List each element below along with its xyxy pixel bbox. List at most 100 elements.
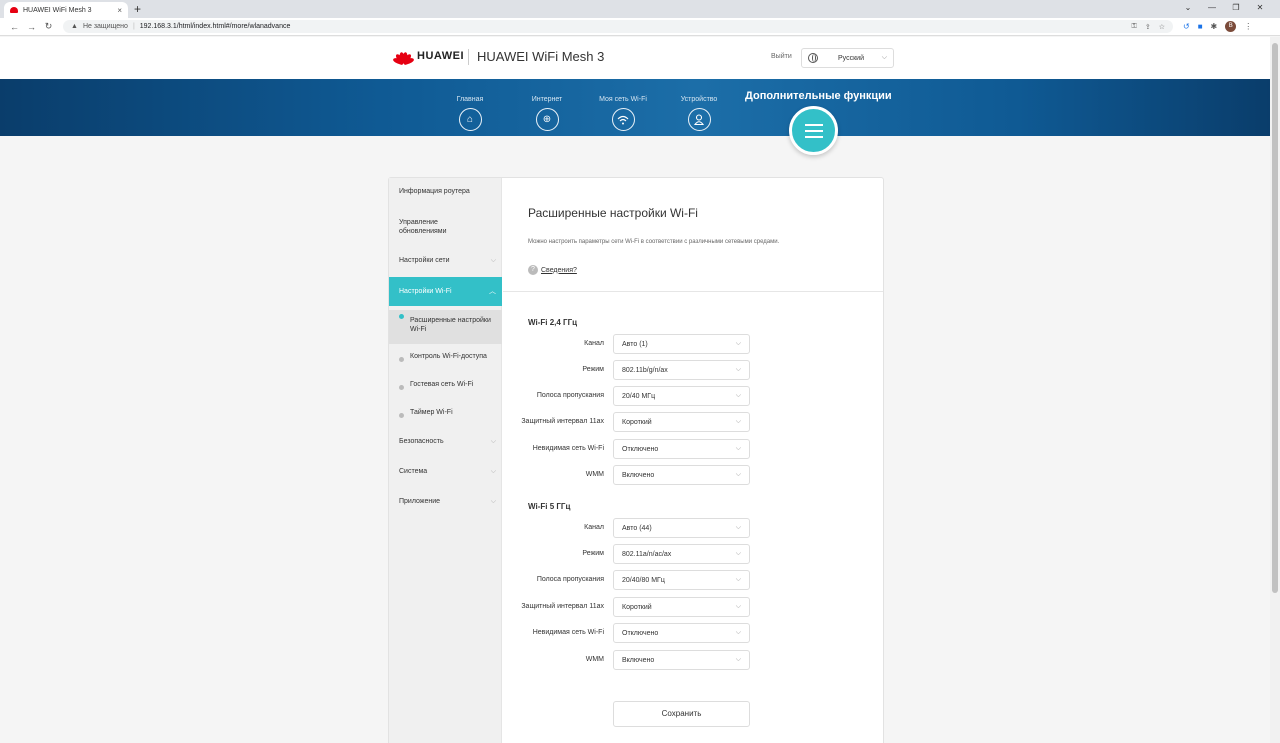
field-label: Режим xyxy=(582,366,604,373)
extension-icon[interactable]: ↺ xyxy=(1183,22,1190,31)
sidebar-item-wifi[interactable]: Настройки Wi-Fi ︿ xyxy=(389,277,502,306)
window-controls: ⌄ — ❐ ✕ xyxy=(1176,0,1272,18)
reload-icon[interactable]: ↻ xyxy=(40,21,57,32)
page-scrollbar[interactable] xyxy=(1270,37,1280,743)
settings-card: Информация роутера Управление обновления… xyxy=(388,177,884,743)
kebab-menu-icon[interactable]: ⋮ xyxy=(1244,22,1252,31)
scrollbar-thumb[interactable] xyxy=(1272,43,1278,593)
save-button[interactable]: Сохранить xyxy=(613,701,750,727)
section-title-5ghz: Wi-Fi 5 ГГц xyxy=(528,502,571,511)
mode-24-select[interactable]: 802.11b/g/n/ax ⌵ xyxy=(613,360,750,380)
sidebar-item-label: Настройки сети xyxy=(399,257,450,264)
tab-search-icon[interactable]: ⌄ xyxy=(1176,0,1200,18)
info-link[interactable]: ? Сведения? xyxy=(528,265,577,275)
sidebar-item-label: Настройки Wi-Fi xyxy=(399,288,452,295)
chevron-down-icon: ⌵ xyxy=(735,471,741,478)
chevron-down-icon: ⌵ xyxy=(735,340,741,347)
menu-icon[interactable] xyxy=(789,106,838,155)
page-title: Расширенные настройки Wi-Fi xyxy=(528,206,698,220)
nav-wifi[interactable]: Моя сеть Wi-Fi xyxy=(588,96,658,131)
star-icon[interactable]: ☆ xyxy=(1159,23,1165,31)
select-value: Отключено xyxy=(622,629,659,637)
section-title-24ghz: Wi-Fi 2,4 ГГц xyxy=(528,318,578,327)
chevron-down-icon: ⌵ xyxy=(735,418,741,425)
minimize-icon[interactable]: — xyxy=(1200,0,1224,18)
chevron-down-icon: ⌵ xyxy=(735,629,741,636)
globe-icon: ⊕ xyxy=(535,108,559,131)
field-label: Защитный интервал 11ax xyxy=(521,603,604,610)
field-label: Невидимая сеть Wi-Fi xyxy=(532,445,604,452)
sidebar-item-router-info[interactable]: Информация роутера xyxy=(389,188,502,195)
select-value: Авто (1) xyxy=(622,340,648,348)
restore-icon[interactable]: ❐ xyxy=(1224,0,1248,18)
key-icon[interactable]: ⚿ xyxy=(1132,23,1137,31)
puzzle-icon[interactable]: ✱ xyxy=(1211,22,1218,31)
sidebar-item-label: Приложение xyxy=(399,498,441,505)
profile-avatar[interactable]: B xyxy=(1225,21,1237,32)
section-divider xyxy=(503,291,883,292)
tab-close-icon[interactable]: × xyxy=(117,6,122,15)
huawei-flower-icon xyxy=(392,49,415,66)
guard-interval-5-select[interactable]: Короткий ⌵ xyxy=(613,597,750,617)
channel-24-select[interactable]: Авто (1) ⌵ xyxy=(613,334,750,354)
mode-5-select[interactable]: 802.11a/n/ac/ax ⌵ xyxy=(613,544,750,564)
bandwidth-24-select[interactable]: 20/40 МГц ⌵ xyxy=(613,386,750,406)
select-value: 802.11b/g/n/ax xyxy=(622,366,668,374)
sidebar-sub-wifi-access[interactable]: Контроль Wi-Fi-доступа xyxy=(389,353,502,362)
url-text[interactable]: 192.168.3.1/html/index.html#/more/wlanad… xyxy=(140,23,291,30)
wifi-icon xyxy=(611,108,635,131)
nav-advanced-label[interactable]: Дополнительные функции xyxy=(745,90,892,102)
chevron-down-icon: ⌵ xyxy=(735,392,741,399)
chevron-down-icon: ⌵ xyxy=(735,656,741,663)
close-window-icon[interactable]: ✕ xyxy=(1248,0,1272,18)
field-label: Защитный интервал 11ax xyxy=(521,418,604,425)
wmm-24-select[interactable]: Включено ⌵ xyxy=(613,465,750,485)
share-icon[interactable]: ⇪ xyxy=(1145,23,1151,31)
guard-interval-24-select[interactable]: Короткий ⌵ xyxy=(613,412,750,432)
field-label: Канал xyxy=(584,340,604,347)
brand-name: HUAWEI xyxy=(417,50,464,62)
forward-icon[interactable]: → xyxy=(23,22,40,32)
logout-link[interactable]: Выйти xyxy=(771,53,792,60)
hidden-network-24-select[interactable]: Отключено ⌵ xyxy=(613,439,750,459)
nav-device[interactable]: Устройство xyxy=(664,96,734,131)
sidebar-item-network[interactable]: Настройки сети ⌵ xyxy=(389,257,502,264)
channel-5-select[interactable]: Авто (44) ⌵ xyxy=(613,518,750,538)
field-label: WMM xyxy=(585,471,604,478)
nav-wifi-label: Моя сеть Wi-Fi xyxy=(599,96,647,103)
chevron-down-icon: ⌵ xyxy=(735,576,741,583)
nav-home-label: Главная xyxy=(456,96,484,103)
chevron-down-icon: ⌵ xyxy=(735,550,741,557)
select-value: Отключено xyxy=(622,445,659,453)
sidebar-item-system[interactable]: Система ⌵ xyxy=(389,468,502,475)
wmm-5-select[interactable]: Включено ⌵ xyxy=(613,650,750,670)
select-value: Включено xyxy=(622,656,655,664)
sidebar-item-security[interactable]: Безопасность ⌵ xyxy=(389,438,502,445)
chevron-down-icon: ⌵ xyxy=(735,366,741,373)
back-icon[interactable]: ← xyxy=(6,22,23,32)
hidden-network-5-select[interactable]: Отключено ⌵ xyxy=(613,623,750,643)
address-separator: | xyxy=(132,23,135,30)
sidebar-item-label: Безопасность xyxy=(399,438,444,445)
nav-device-label: Устройство xyxy=(680,96,718,103)
chevron-down-icon: ⌵ xyxy=(881,54,887,61)
user-icon xyxy=(687,108,711,131)
chevron-down-icon: ⌵ xyxy=(490,438,496,445)
bandwidth-5-select[interactable]: 20/40/80 МГц ⌵ xyxy=(613,570,750,590)
sidebar-item-updates[interactable]: Управление обновлениями xyxy=(389,218,479,236)
browser-tab[interactable]: HUAWEI WiFi Mesh 3 × xyxy=(4,2,128,18)
extension-icon[interactable]: ■ xyxy=(1198,22,1203,31)
field-label: Канал xyxy=(584,524,604,531)
nav-internet[interactable]: Интернет ⊕ xyxy=(512,96,582,131)
language-value: Русский xyxy=(838,54,864,62)
sidebar-item-apps[interactable]: Приложение ⌵ xyxy=(389,498,502,505)
new-tab-button[interactable]: + xyxy=(134,2,141,16)
address-bar[interactable]: ▲ Не защищено | 192.168.3.1/html/index.h… xyxy=(63,20,1173,33)
sidebar-sub-guest-wifi[interactable]: Гостевая сеть Wi-Fi xyxy=(389,381,502,390)
language-select[interactable]: Русский ⌵ xyxy=(801,48,894,68)
main-nav-banner: Главная ⌂ Интернет ⊕ Моя сеть Wi-Fi Устр… xyxy=(0,79,1270,155)
extensions-area: ↺ ■ ✱ B ⋮ xyxy=(1183,21,1252,32)
nav-home[interactable]: Главная ⌂ xyxy=(435,96,505,131)
sidebar-sub-wifi-timer[interactable]: Таймер Wi-Fi xyxy=(389,409,502,418)
sidebar-sub-wifi-advanced[interactable]: Расширенные настройки Wi-Fi xyxy=(389,310,502,344)
